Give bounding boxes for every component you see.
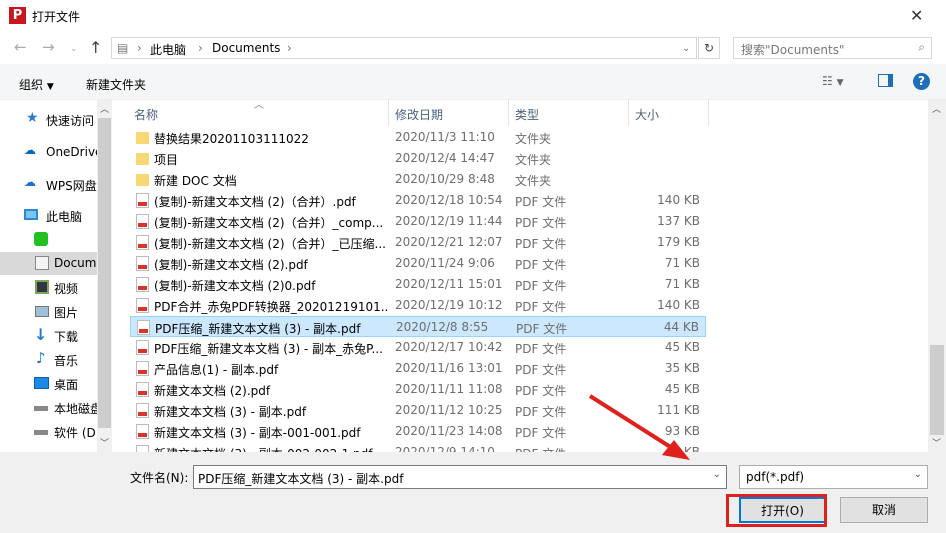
arrow-shaft: [588, 394, 674, 450]
red-arrow-annotation: [588, 394, 690, 460]
